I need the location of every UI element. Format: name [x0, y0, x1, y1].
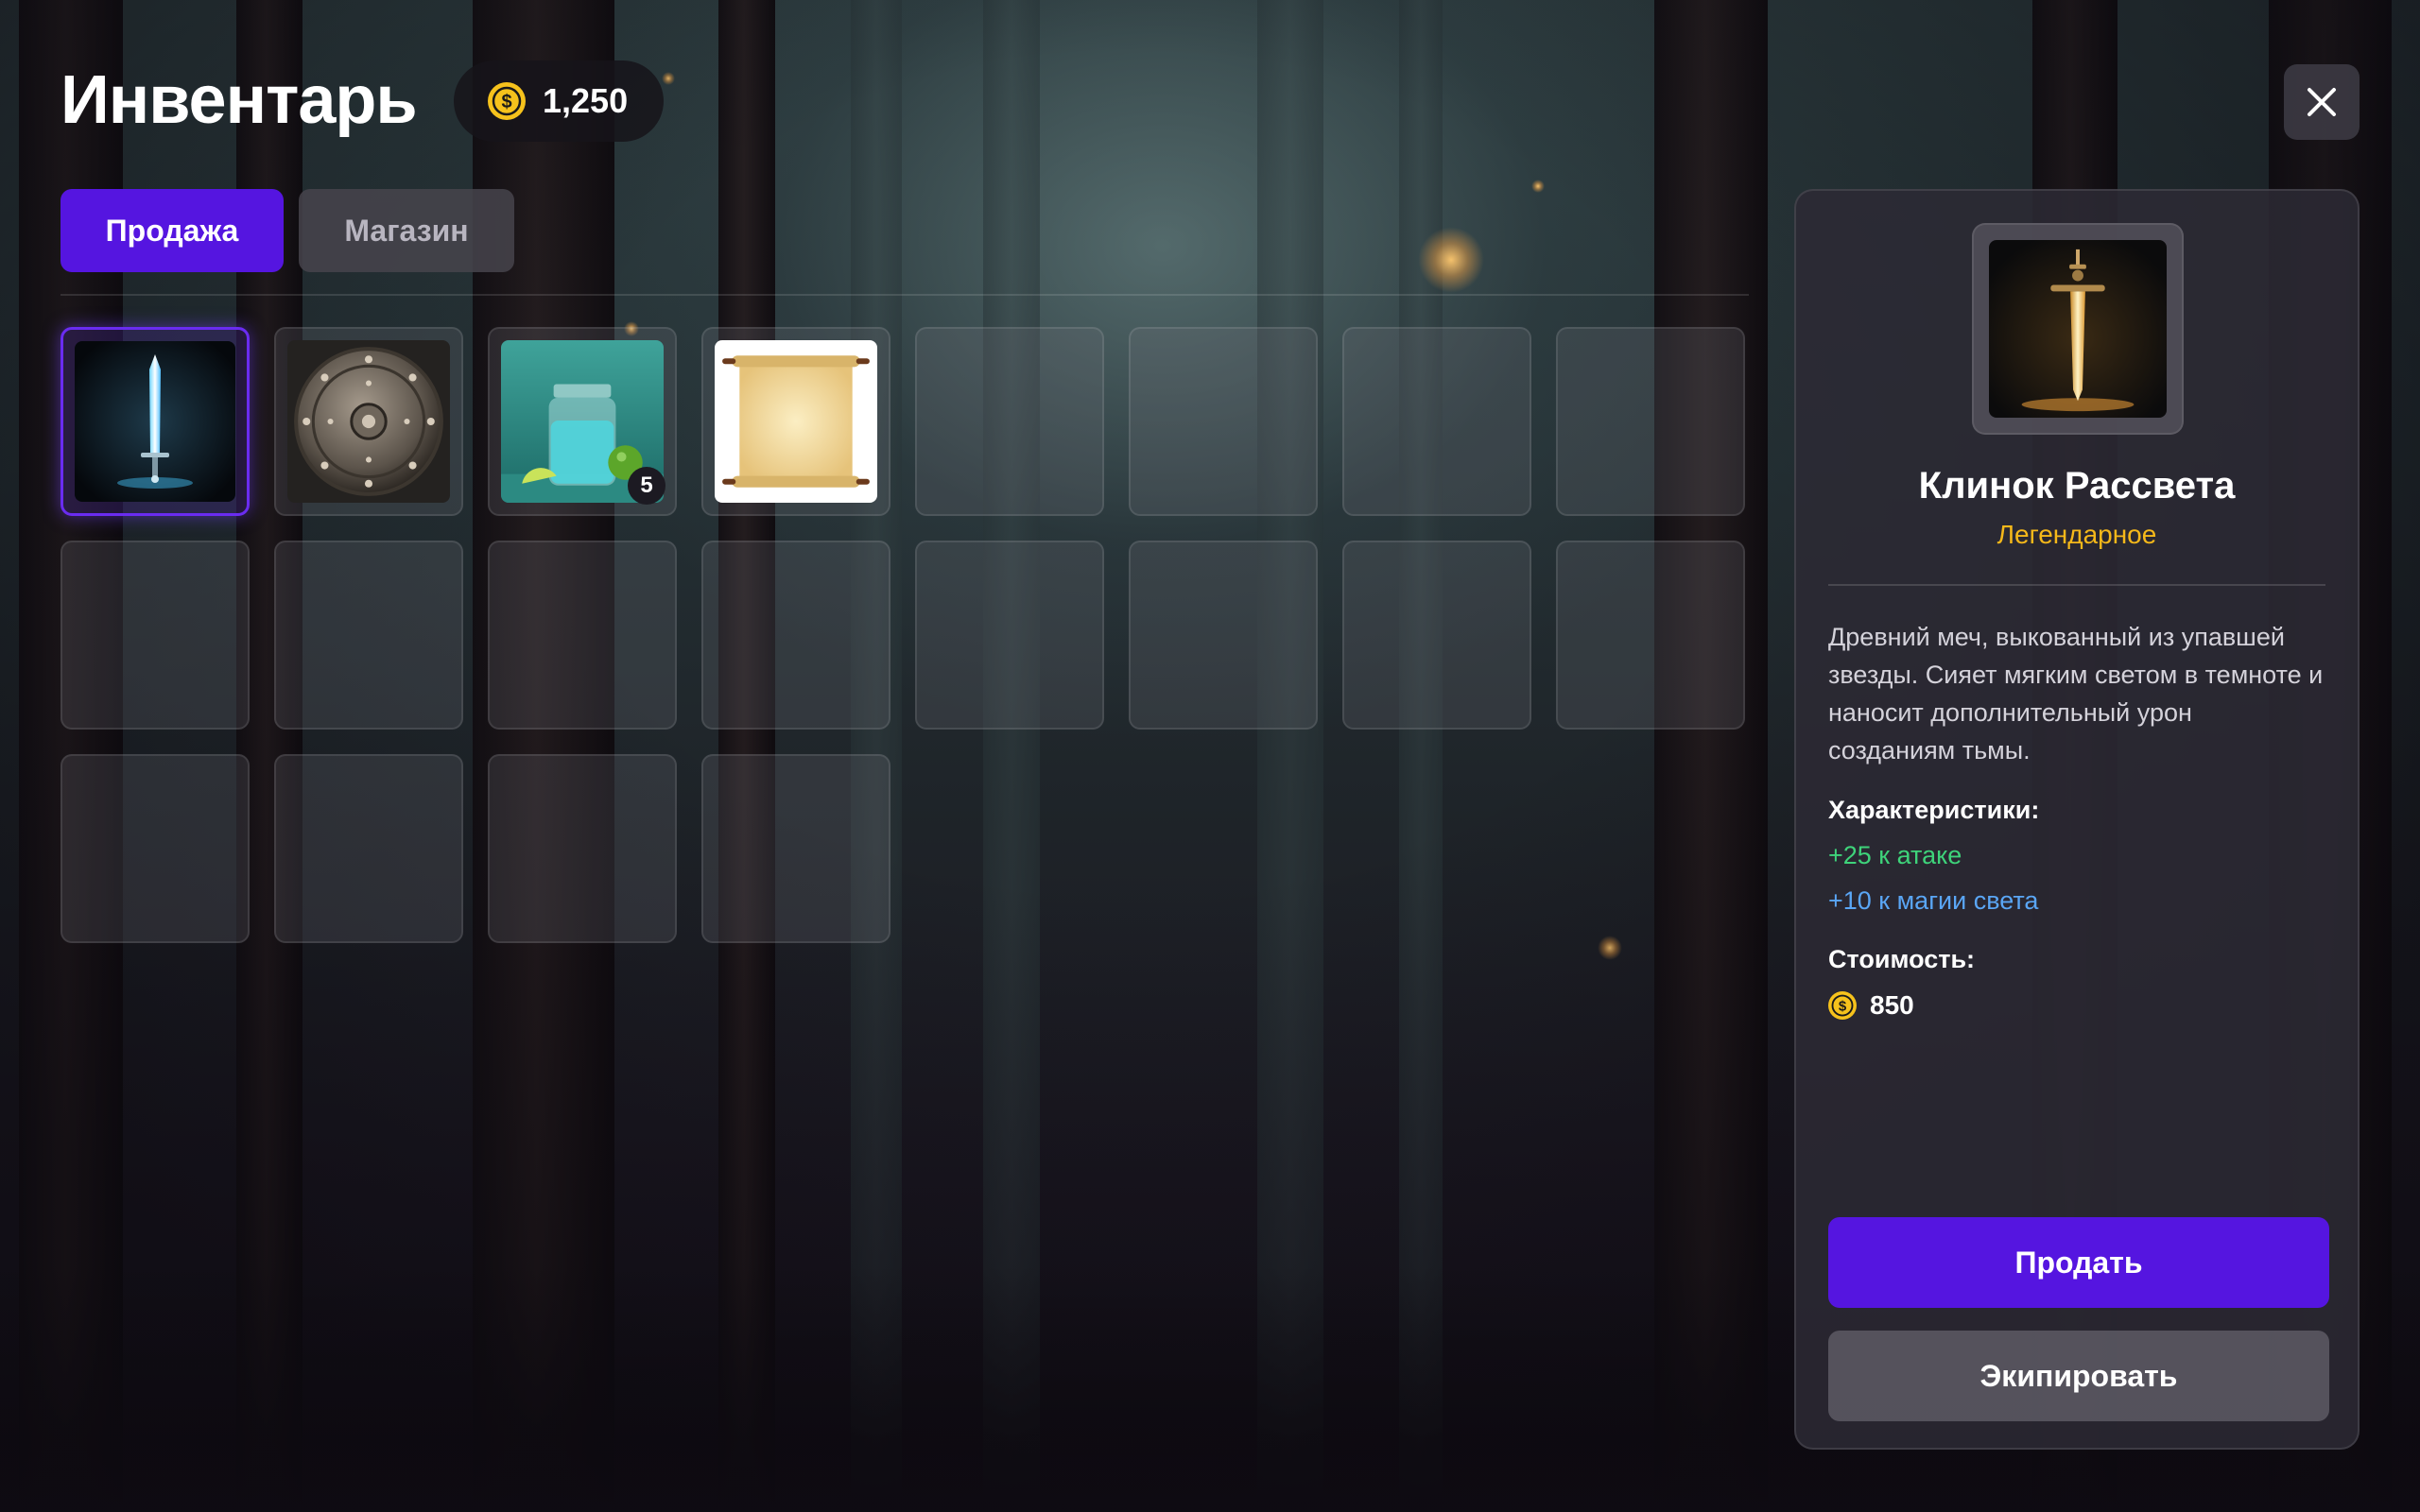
inventory-slot-empty[interactable] [274, 541, 463, 730]
tab-shop[interactable]: Магазин [299, 189, 514, 272]
golden-sword-icon [1989, 240, 2167, 418]
inventory-slot-empty[interactable] [701, 754, 890, 943]
inventory-slot-empty[interactable] [915, 327, 1104, 516]
inventory-slot-empty[interactable] [60, 754, 250, 943]
inventory-slot-empty[interactable] [1129, 541, 1318, 730]
inventory-slot-shield[interactable] [274, 327, 463, 516]
inventory-slot-empty[interactable] [1342, 327, 1531, 516]
stats-heading: Характеристики: [1828, 796, 2040, 824]
inventory-slot-empty[interactable] [1129, 327, 1318, 516]
equip-button[interactable]: Экипировать [1828, 1331, 2329, 1421]
inventory-slot-scroll[interactable] [701, 327, 890, 516]
scroll-icon [715, 340, 877, 503]
coin-icon: $ [1828, 991, 1857, 1020]
inventory-slot-potion[interactable]: 5 [488, 327, 677, 516]
inventory-slot-empty[interactable] [274, 754, 463, 943]
cost-value: 850 [1870, 990, 1914, 1020]
tabs-divider [60, 294, 1749, 296]
item-preview [1972, 223, 2184, 435]
close-button[interactable] [2284, 64, 2360, 140]
inventory-slot-empty[interactable] [915, 541, 1104, 730]
glowing-sword-icon [75, 341, 235, 502]
item-details-panel: Клинок Рассвета Легендарное Древний меч,… [1794, 189, 2360, 1450]
quantity-badge: 5 [628, 467, 666, 505]
sell-button[interactable]: Продать [1828, 1217, 2329, 1308]
item-name: Клинок Рассвета [1918, 465, 2236, 507]
inventory-grid: 5 [60, 327, 1745, 943]
panel-divider [1828, 584, 2325, 586]
gold-amount: 1,250 [543, 81, 629, 120]
inventory-slot-sword[interactable] [60, 327, 250, 516]
close-icon [2308, 88, 2336, 116]
stat-attack: +25 к атаке [1828, 841, 1962, 869]
gold-balance: $ 1,250 [454, 60, 664, 142]
item-description: Древний меч, выкованный из упавшей звезд… [1828, 623, 2324, 765]
cost-row: $ 850 [1828, 990, 1914, 1021]
svg-text:$: $ [501, 92, 511, 112]
inventory-slot-empty[interactable] [701, 541, 890, 730]
svg-text:$: $ [1839, 998, 1847, 1014]
inventory-slot-empty[interactable] [488, 754, 677, 943]
inventory-slot-empty[interactable] [1556, 327, 1745, 516]
item-rarity: Легендарное [1996, 520, 2157, 549]
coin-icon: $ [488, 82, 526, 120]
stat-light-magic: +10 к магии света [1828, 886, 2039, 915]
inventory-slot-empty[interactable] [488, 541, 677, 730]
tab-sell[interactable]: Продажа [60, 189, 284, 272]
inventory-slot-empty[interactable] [1342, 541, 1531, 730]
page-title: Инвентарь [60, 62, 418, 138]
inventory-slot-empty[interactable] [1556, 541, 1745, 730]
inventory-slot-empty[interactable] [60, 541, 250, 730]
cost-heading: Стоимость: [1828, 945, 1976, 973]
round-shield-icon [287, 340, 450, 503]
